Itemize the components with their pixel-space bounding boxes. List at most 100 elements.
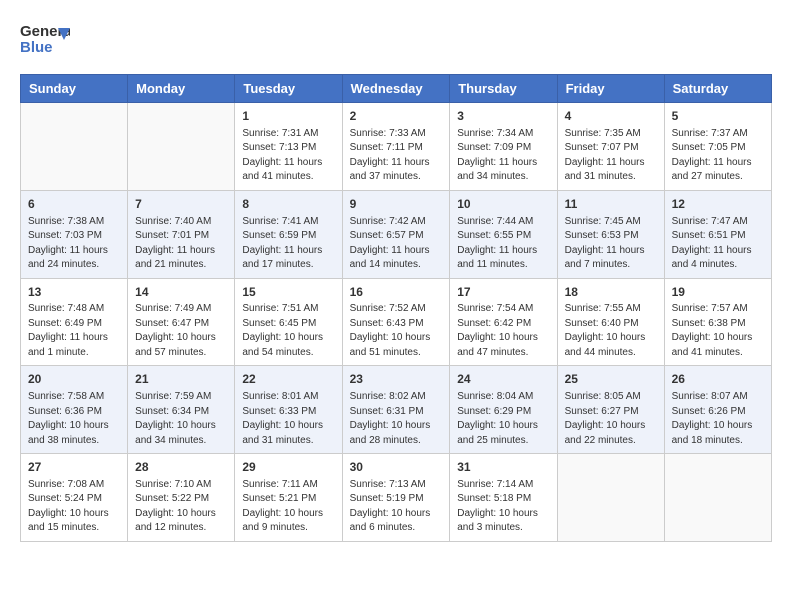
day-info: Sunrise: 8:05 AMSunset: 6:27 PMDaylight:… [565, 390, 657, 448]
day-info: Sunrise: 7:34 AMSunset: 7:09 PMDaylight:… [457, 127, 549, 185]
day-info: Sunrise: 8:02 AMSunset: 6:31 PMDaylight:… [350, 390, 443, 448]
calendar-cell: 5 Sunrise: 7:37 AMSunset: 7:05 PMDaylight… [664, 103, 771, 191]
day-info: Sunrise: 7:52 AMSunset: 6:43 PMDaylight:… [350, 302, 443, 360]
day-info: Sunrise: 7:55 AMSunset: 6:40 PMDaylight:… [565, 302, 657, 360]
day-number: 12 [672, 196, 764, 213]
day-number: 9 [350, 196, 443, 213]
page-header: General Blue [20, 20, 772, 58]
calendar-cell: 9 Sunrise: 7:42 AMSunset: 6:57 PMDaylight… [342, 190, 450, 278]
logo-icon: General Blue [20, 20, 70, 58]
calendar-day-header: Sunday [21, 75, 128, 103]
day-number: 1 [242, 108, 334, 125]
calendar-cell: 29 Sunrise: 7:11 AMSunset: 5:21 PMDayligh… [235, 454, 342, 542]
day-info: Sunrise: 7:57 AMSunset: 6:38 PMDaylight:… [672, 302, 764, 360]
calendar-cell: 12Sunrise: 7:47 AMSunset: 6:51 PMDayligh… [664, 190, 771, 278]
day-number: 23 [350, 371, 443, 388]
calendar-cell: 11 Sunrise: 7:45 AMSunset: 6:53 PMDayligh… [557, 190, 664, 278]
day-info: Sunrise: 7:13 AMSunset: 5:19 PMDaylight:… [350, 478, 443, 536]
calendar-cell: 4Sunrise: 7:35 AMSunset: 7:07 PMDaylight… [557, 103, 664, 191]
day-number: 15 [242, 284, 334, 301]
calendar-cell: 31 Sunrise: 7:14 AMSunset: 5:18 PMDayligh… [450, 454, 557, 542]
day-info: Sunrise: 7:41 AMSunset: 6:59 PMDaylight:… [242, 215, 334, 273]
day-number: 5 [672, 108, 764, 125]
day-info: Sunrise: 7:33 AMSunset: 7:11 PMDaylight:… [350, 127, 443, 185]
calendar-cell: 21 Sunrise: 7:59 AMSunset: 6:34 PMDayligh… [128, 366, 235, 454]
day-number: 29 [242, 459, 334, 476]
calendar-cell [128, 103, 235, 191]
day-number: 3 [457, 108, 549, 125]
day-number: 4 [565, 108, 657, 125]
day-number: 16 [350, 284, 443, 301]
day-info: Sunrise: 7:45 AMSunset: 6:53 PMDaylight:… [565, 215, 657, 273]
day-info: Sunrise: 7:48 AMSunset: 6:49 PMDaylight:… [28, 302, 120, 360]
day-number: 20 [28, 371, 120, 388]
calendar-week-row: 1Sunrise: 7:31 AMSunset: 7:13 PMDaylight… [21, 103, 772, 191]
day-number: 31 [457, 459, 549, 476]
day-number: 24 [457, 371, 549, 388]
svg-text:Blue: Blue [20, 39, 53, 56]
day-info: Sunrise: 7:40 AMSunset: 7:01 PMDaylight:… [135, 215, 227, 273]
calendar-week-row: 20 Sunrise: 7:58 AMSunset: 6:36 PMDayligh… [21, 366, 772, 454]
calendar-cell: 15Sunrise: 7:51 AMSunset: 6:45 PMDayligh… [235, 278, 342, 366]
day-number: 11 [565, 196, 657, 213]
day-number: 8 [242, 196, 334, 213]
calendar-cell: 10Sunrise: 7:44 AMSunset: 6:55 PMDayligh… [450, 190, 557, 278]
day-number: 30 [350, 459, 443, 476]
calendar-cell: 18Sunrise: 7:55 AMSunset: 6:40 PMDayligh… [557, 278, 664, 366]
calendar-cell: 24 Sunrise: 8:04 AMSunset: 6:29 PMDayligh… [450, 366, 557, 454]
calendar-cell: 8 Sunrise: 7:41 AMSunset: 6:59 PMDaylight… [235, 190, 342, 278]
day-info: Sunrise: 7:37 AMSunset: 7:05 PMDaylight:… [672, 127, 764, 185]
calendar-week-row: 27 Sunrise: 7:08 AMSunset: 5:24 PMDayligh… [21, 454, 772, 542]
calendar-cell: 17Sunrise: 7:54 AMSunset: 6:42 PMDayligh… [450, 278, 557, 366]
day-info: Sunrise: 7:49 AMSunset: 6:47 PMDaylight:… [135, 302, 227, 360]
day-number: 2 [350, 108, 443, 125]
day-info: Sunrise: 7:11 AMSunset: 5:21 PMDaylight:… [242, 478, 334, 536]
calendar-day-header: Wednesday [342, 75, 450, 103]
calendar-week-row: 13Sunrise: 7:48 AMSunset: 6:49 PMDayligh… [21, 278, 772, 366]
calendar-header-row: SundayMondayTuesdayWednesdayThursdayFrid… [21, 75, 772, 103]
day-info: Sunrise: 7:10 AMSunset: 5:22 PMDaylight:… [135, 478, 227, 536]
calendar-day-header: Thursday [450, 75, 557, 103]
day-number: 19 [672, 284, 764, 301]
day-info: Sunrise: 7:42 AMSunset: 6:57 PMDaylight:… [350, 215, 443, 273]
calendar-day-header: Tuesday [235, 75, 342, 103]
day-number: 10 [457, 196, 549, 213]
day-info: Sunrise: 7:14 AMSunset: 5:18 PMDaylight:… [457, 478, 549, 536]
calendar-body: 1Sunrise: 7:31 AMSunset: 7:13 PMDaylight… [21, 103, 772, 542]
day-info: Sunrise: 7:38 AMSunset: 7:03 PMDaylight:… [28, 215, 120, 273]
calendar-cell: 25 Sunrise: 8:05 AMSunset: 6:27 PMDayligh… [557, 366, 664, 454]
calendar-cell [664, 454, 771, 542]
calendar-cell: 30 Sunrise: 7:13 AMSunset: 5:19 PMDayligh… [342, 454, 450, 542]
calendar-cell: 26 Sunrise: 8:07 AMSunset: 6:26 PMDayligh… [664, 366, 771, 454]
day-number: 6 [28, 196, 120, 213]
calendar-cell: 7Sunrise: 7:40 AMSunset: 7:01 PMDaylight… [128, 190, 235, 278]
day-number: 26 [672, 371, 764, 388]
day-info: Sunrise: 8:07 AMSunset: 6:26 PMDaylight:… [672, 390, 764, 448]
calendar-cell: 20 Sunrise: 7:58 AMSunset: 6:36 PMDayligh… [21, 366, 128, 454]
day-info: Sunrise: 7:59 AMSunset: 6:34 PMDaylight:… [135, 390, 227, 448]
calendar-cell: 16Sunrise: 7:52 AMSunset: 6:43 PMDayligh… [342, 278, 450, 366]
day-info: Sunrise: 8:01 AMSunset: 6:33 PMDaylight:… [242, 390, 334, 448]
calendar-cell [557, 454, 664, 542]
day-info: Sunrise: 7:54 AMSunset: 6:42 PMDaylight:… [457, 302, 549, 360]
day-number: 18 [565, 284, 657, 301]
calendar-week-row: 6 Sunrise: 7:38 AMSunset: 7:03 PMDaylight… [21, 190, 772, 278]
day-info: Sunrise: 7:08 AMSunset: 5:24 PMDaylight:… [28, 478, 120, 536]
calendar-cell: 13Sunrise: 7:48 AMSunset: 6:49 PMDayligh… [21, 278, 128, 366]
day-number: 21 [135, 371, 227, 388]
day-number: 13 [28, 284, 120, 301]
day-info: Sunrise: 8:04 AMSunset: 6:29 PMDaylight:… [457, 390, 549, 448]
calendar-day-header: Friday [557, 75, 664, 103]
day-info: Sunrise: 7:58 AMSunset: 6:36 PMDaylight:… [28, 390, 120, 448]
day-number: 27 [28, 459, 120, 476]
day-info: Sunrise: 7:51 AMSunset: 6:45 PMDaylight:… [242, 302, 334, 360]
calendar-cell: 19Sunrise: 7:57 AMSunset: 6:38 PMDayligh… [664, 278, 771, 366]
day-number: 17 [457, 284, 549, 301]
calendar-cell: 28 Sunrise: 7:10 AMSunset: 5:22 PMDayligh… [128, 454, 235, 542]
calendar-cell: 2 Sunrise: 7:33 AMSunset: 7:11 PMDaylight… [342, 103, 450, 191]
calendar-cell [21, 103, 128, 191]
day-number: 25 [565, 371, 657, 388]
day-number: 28 [135, 459, 227, 476]
calendar-day-header: Saturday [664, 75, 771, 103]
calendar-day-header: Monday [128, 75, 235, 103]
